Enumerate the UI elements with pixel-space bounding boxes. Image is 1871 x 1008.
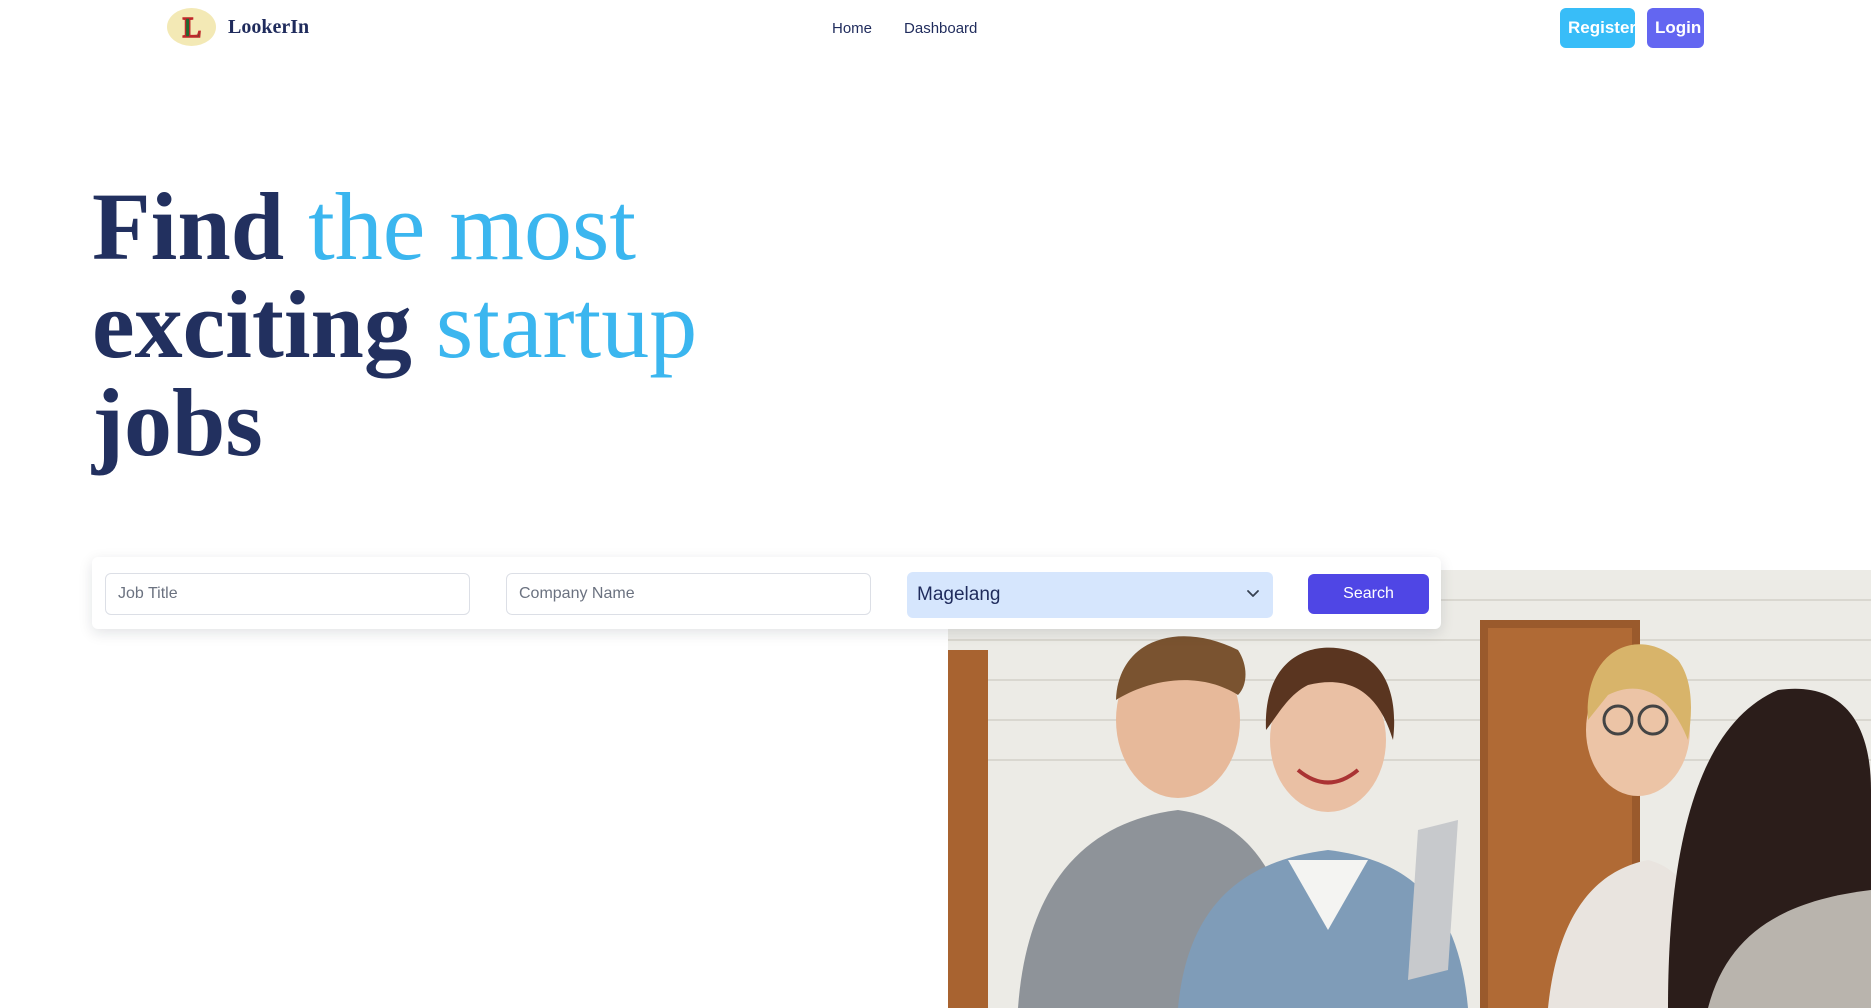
job-search-form: Magelang Search <box>92 557 1441 629</box>
chevron-down-icon <box>1245 585 1261 606</box>
svg-text:L: L <box>182 13 201 42</box>
hero-accent-startup: startup <box>435 271 698 378</box>
hero-heading: Find the most exciting startup jobs <box>92 178 812 472</box>
login-button[interactable]: Login <box>1647 8 1704 48</box>
auth-buttons: Register Login <box>1560 8 1704 48</box>
register-button[interactable]: Register <box>1560 8 1636 48</box>
main-nav: Home Dashboard <box>832 20 977 37</box>
job-title-input[interactable] <box>105 573 470 615</box>
hero-word-jobs: jobs <box>92 369 263 476</box>
location-selected-value: Magelang <box>917 584 1001 605</box>
hero-word-exciting: exciting <box>92 271 412 378</box>
brand[interactable]: L LookerIn <box>167 8 309 46</box>
nav-link-home[interactable]: Home <box>832 20 872 37</box>
hero-word-find: Find <box>92 173 285 280</box>
hero-photo <box>948 570 1871 1008</box>
brand-name: LookerIn <box>228 15 310 38</box>
logo-icon: L <box>167 8 216 46</box>
search-button[interactable]: Search <box>1308 574 1429 614</box>
location-select[interactable]: Magelang <box>907 572 1273 618</box>
hero-accent-the-most: the most <box>308 173 637 280</box>
company-name-input[interactable] <box>506 573 871 615</box>
nav-link-dashboard[interactable]: Dashboard <box>904 20 977 37</box>
